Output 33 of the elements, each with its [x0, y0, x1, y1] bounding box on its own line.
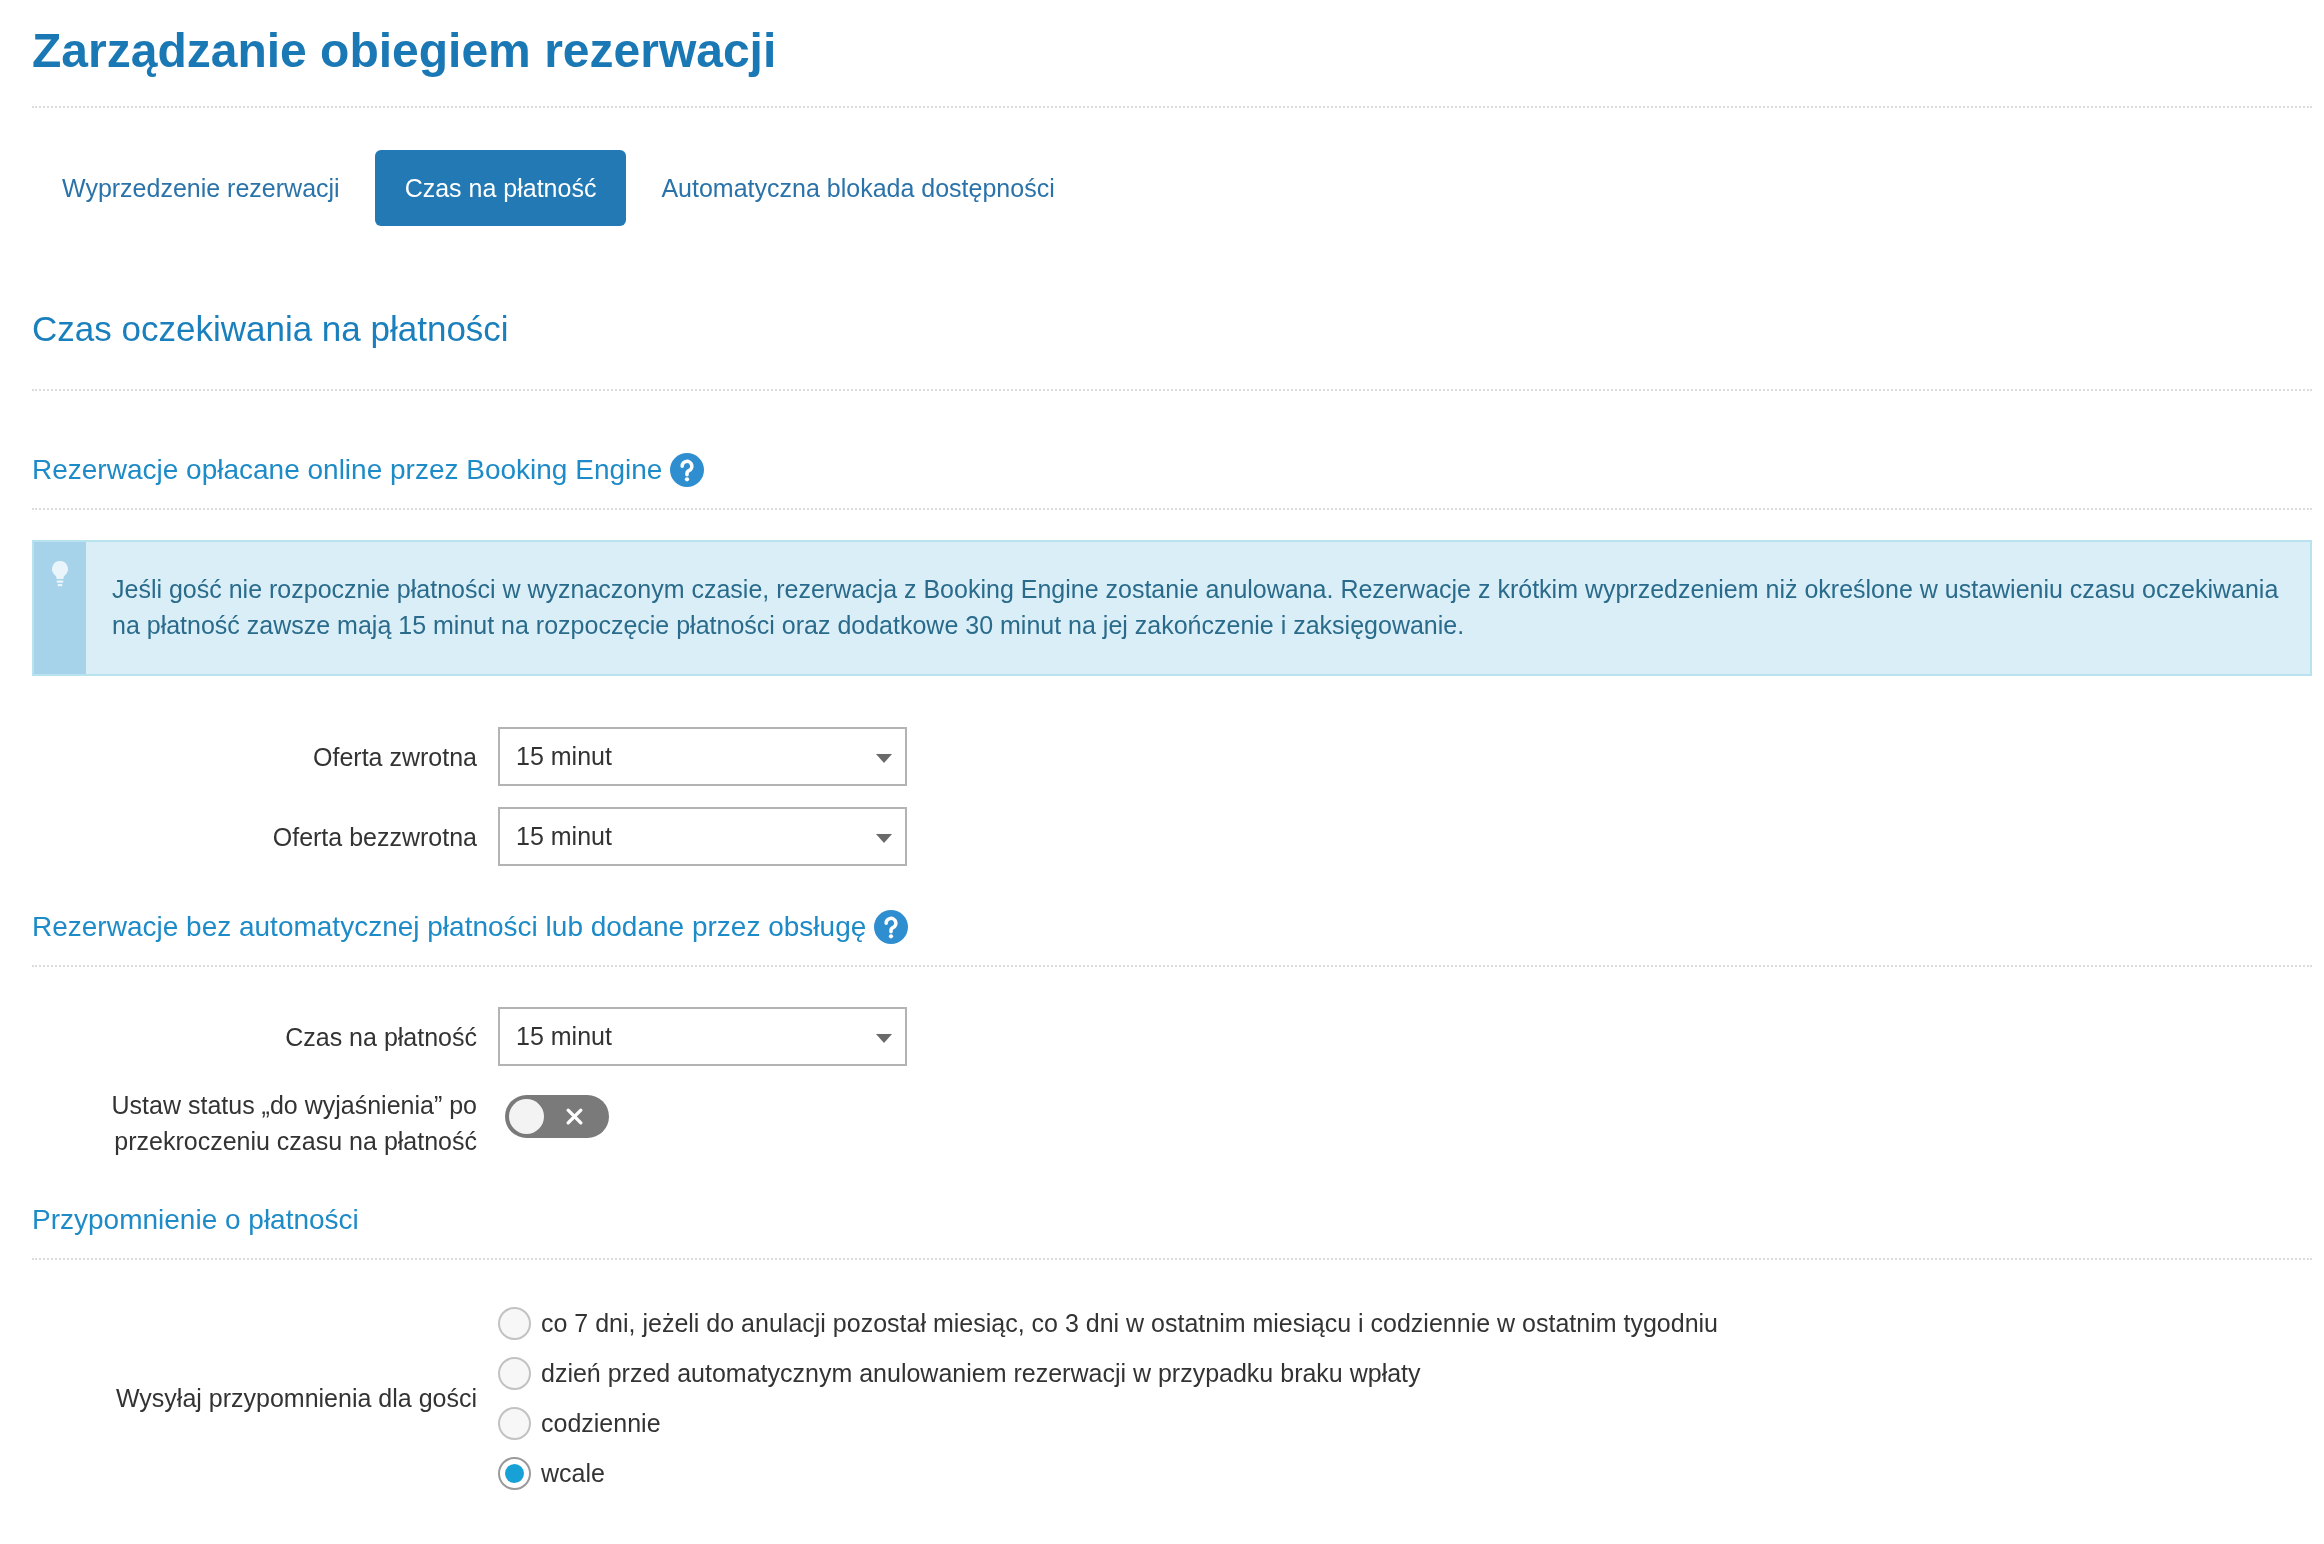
tab[interactable]: Wyprzedzenie rezerwacji	[32, 150, 370, 226]
lightbulb-icon	[50, 560, 70, 588]
group-heading: Rezerwacje opłacane online przez Booking Engine	[32, 453, 663, 487]
caret-icon	[876, 754, 892, 763]
page-title: Zarządzanie obiegiem rezerwacji	[32, 0, 2312, 108]
dropdown[interactable]: 15 minut	[498, 807, 907, 866]
radio-label[interactable]: co 7 dni, jeżeli do anulacji pozostał miesiąc, co 3 dni w ostatnim miesiącu i codziennie w ostatnim tygodniu	[541, 1308, 1718, 1338]
help-icon[interactable]	[874, 910, 909, 944]
radio-button[interactable]	[498, 1456, 531, 1490]
radio-label[interactable]: wcale	[541, 1458, 605, 1488]
radio-label[interactable]: dzień przed automatycznym anulowaniem rezerwacji w przypadku braku wpłaty	[541, 1358, 1421, 1388]
dropdown[interactable]: 15 minut	[498, 1007, 907, 1066]
radio-button[interactable]	[498, 1306, 531, 1340]
field-label: Wysyłaj przypomnienia dla gości	[115, 1383, 477, 1414]
radio-button[interactable]	[498, 1406, 531, 1440]
field-label: Ustaw status „do wyjaśnienia” po przekroczeniu czasu na płatność	[110, 1090, 477, 1157]
help-icon[interactable]	[670, 453, 705, 487]
field-label: Czas na płatność	[285, 1021, 477, 1053]
notice-text: Jeśli gość nie rozpocznie płatności w wyznaczonym czasie, rezerwacja z Booking Engine zostanie anulowana. Rezerwacje z krótkim wyprzedzeniem niż określone w ustawieniu czasu oczekiwania na płatność zawsze mają 15 minut na rozpoczęcie płatności oraz dodatkowe 30 minut na jej zakończenie i zaksięgowanie.	[111, 574, 2280, 641]
field-label: Oferta bezzwrotna	[272, 821, 477, 853]
caret-icon	[876, 834, 892, 843]
dropdown[interactable]: 15 minut	[498, 727, 907, 786]
group-heading: Rezerwacje bez automatycznej płatności lub dodane przez obsługę	[32, 910, 867, 944]
radio-label[interactable]: codziennie	[541, 1408, 661, 1438]
toggle-switch[interactable]	[505, 1095, 609, 1138]
tab[interactable]: Automatyczna blokada dostępności	[631, 150, 1085, 226]
cross-icon	[565, 1107, 584, 1126]
caret-icon	[876, 1034, 892, 1043]
tab[interactable]: Czas na płatność	[374, 150, 627, 226]
radio-button[interactable]	[498, 1356, 531, 1390]
group-heading: Przypomnienie o płatności	[32, 1203, 359, 1237]
field-label: Oferta zwrotna	[313, 741, 477, 773]
section-heading: Czas oczekiwania na płatności	[32, 307, 2312, 391]
